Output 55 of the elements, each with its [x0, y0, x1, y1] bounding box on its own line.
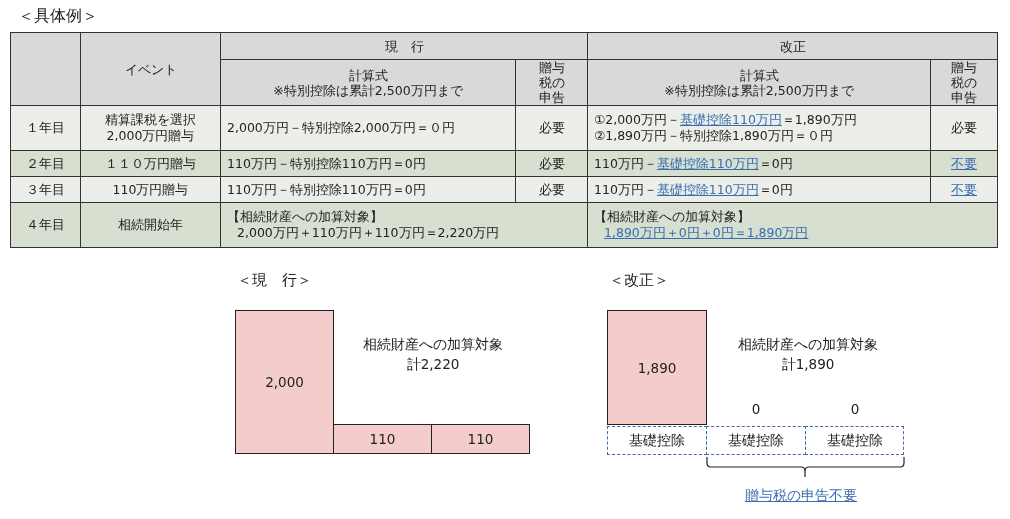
formula-text: ＝0円: [758, 155, 793, 171]
formula-text: 【相続財産への加算対象】: [227, 209, 383, 224]
header-cell: 計算式 ※特別控除は累計2,500万円まで: [220, 59, 516, 106]
header-cell: 計算式 ※特別控除は累計2,500万円まで: [587, 59, 931, 106]
note-link[interactable]: 贈与税の申告不要: [745, 487, 857, 505]
amount-bar: 110: [333, 424, 432, 454]
filing-text: 必要: [951, 120, 977, 135]
formula-link[interactable]: 1,890万円＋0円＋0円＝1,890万円: [604, 225, 809, 240]
formula-text: ②1,890万円－特別控除1,890万円＝０円: [594, 128, 833, 143]
diagram-caption: 相続財産への加算対象: [362, 335, 504, 354]
formula-text: ＝0円: [758, 181, 793, 197]
header-cell: イベント: [80, 32, 221, 106]
filing-link[interactable]: 不要: [951, 181, 977, 197]
filing-link[interactable]: 不要: [951, 155, 977, 171]
event-cell: 相続開始年: [80, 202, 221, 248]
formula-text: ＝1,890万円: [781, 112, 857, 127]
formula-link[interactable]: 基礎控除110万円: [656, 181, 759, 197]
filing-text: 必要: [538, 181, 565, 197]
formula-text: 2,000万円＋110万円＋110万円＝2,220万円: [237, 225, 500, 240]
filing-text: 必要: [538, 155, 565, 171]
event-cell: １１０万円贈与: [80, 150, 221, 177]
event-cell: 110万円贈与: [80, 176, 221, 203]
diagram-total: 計2,220: [405, 355, 461, 374]
formula-text: 110万円－特別控除110万円＝0円: [227, 155, 426, 171]
formula-text: 110万円－: [594, 181, 657, 197]
formula-link[interactable]: 基礎控除110万円: [680, 112, 782, 127]
year-cell: １年目: [10, 105, 81, 151]
page-title: ＜具体例＞: [18, 6, 99, 26]
formula-text: ①2,000万円－: [594, 112, 680, 127]
year-cell: ３年目: [10, 176, 81, 203]
year-cell: ２年目: [10, 150, 81, 177]
diagram-title: ＜現 行＞: [237, 271, 312, 290]
event-cell: 精算課税を選択 2,000万円贈与: [80, 105, 221, 151]
year-cell: ４年目: [10, 202, 81, 248]
diagram-caption: 相続財産への加算対象: [737, 335, 879, 354]
amount-bar: 110: [431, 424, 530, 454]
formula-link[interactable]: 基礎控除110万円: [656, 155, 759, 171]
amount-label: 0: [750, 401, 762, 417]
amount-label: 0: [849, 401, 861, 417]
header-cell: 現 行: [220, 32, 588, 60]
formula-text: 2,000万円－特別控除2,000万円＝０円: [227, 120, 455, 135]
header-cell: 贈与税の申告: [515, 59, 588, 106]
diagram-title: ＜改正＞: [609, 271, 669, 290]
header-cell: 改正: [587, 32, 998, 60]
formula-text: 110万円－特別控除110万円＝0円: [227, 181, 426, 197]
formula-text: 【相続財産への加算対象】: [594, 209, 750, 224]
amount-bar: 2,000: [235, 310, 334, 454]
deduction-box: 基礎控除: [706, 426, 806, 455]
header-cell: 贈与税の申告: [930, 59, 998, 106]
formula-text: 110万円－: [594, 155, 657, 171]
deduction-box: 基礎控除: [607, 426, 707, 455]
deduction-box: 基礎控除: [805, 426, 904, 455]
amount-bar: 1,890: [607, 310, 707, 425]
diagram-total: 計1,890: [780, 355, 836, 374]
filing-text: 必要: [538, 120, 565, 135]
